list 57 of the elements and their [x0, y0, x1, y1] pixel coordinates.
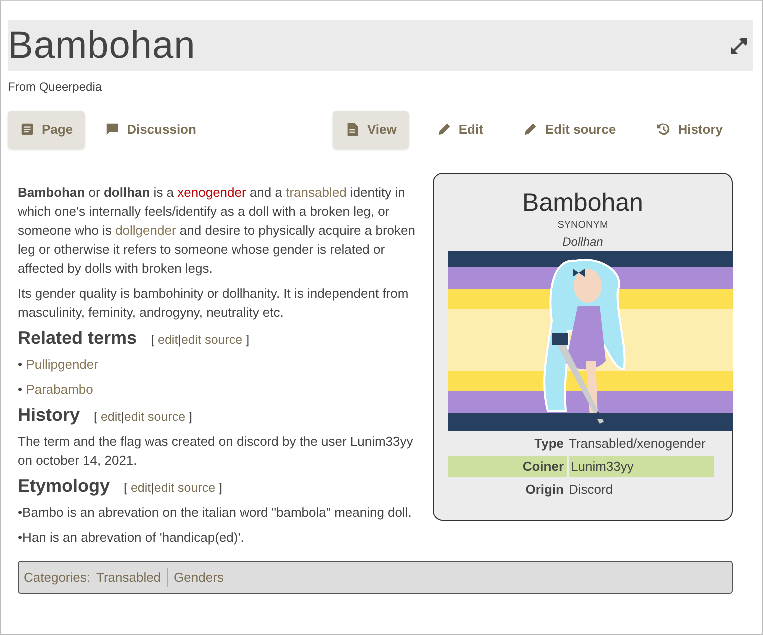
field-label: Type: [534, 434, 565, 453]
field-label: Origin: [524, 480, 565, 499]
pencil-icon: [523, 122, 538, 138]
tab-button[interactable]: View: [333, 111, 409, 148]
field-value: Discord: [568, 480, 614, 498]
pencil-icon: [436, 122, 452, 138]
separator: |: [121, 410, 124, 424]
bracket: [: [124, 480, 128, 494]
edit-link[interactable]: edit: [130, 480, 152, 494]
paragraph: Its gender quality is bambohinity or dollhanity. It is independent from masculinity, feminity, androgyny, neutrality etc.: [18, 284, 410, 322]
edit-source-link[interactable]: edit source: [181, 332, 243, 346]
tab-button[interactable]: Edit source: [511, 111, 628, 148]
bracket: [: [94, 410, 98, 424]
paragraph: The term and the flag was created on discord by the user Lunim33yy on october 14, 2021.: [18, 432, 414, 470]
category-link[interactable]: Transabled: [96, 568, 162, 587]
tab-button[interactable]: Page: [8, 111, 86, 148]
section-heading: Related terms: [18, 328, 138, 350]
field-label: Coiner: [448, 456, 567, 476]
history-icon: [656, 122, 672, 138]
bullet: •: [18, 382, 23, 396]
synonym-label: SYNONYM: [556, 218, 610, 232]
bracket: ]: [219, 480, 223, 494]
link[interactable]: Pullipgender: [26, 356, 98, 372]
section-heading: History: [18, 404, 80, 426]
page-title: Bambohan: [8, 26, 196, 64]
page-source: From Queerpedia: [8, 79, 104, 96]
section-heading: Etymology: [18, 476, 110, 498]
expand-icon[interactable]: [729, 36, 749, 56]
edit-source-link[interactable]: edit source: [154, 480, 216, 494]
paragraph: •Han is an abrevation of 'handicap(ed)'.: [18, 528, 246, 546]
bracket: ]: [189, 410, 193, 424]
document-icon: [345, 122, 360, 138]
infobox-title: Bambohan: [522, 188, 644, 218]
edit-link[interactable]: edit: [158, 332, 178, 346]
field-value: Lunim33yy: [569, 456, 714, 476]
speech-bubble-icon: [105, 122, 120, 138]
edit-source-link[interactable]: edit source: [124, 410, 186, 424]
paragraph: Bambohan or dollhan is a xenogender and a transabled identity in which one's internally feels/identify as a doll with a broken leg, or someone who is dollgender and desire to physically acquire a broken leg or otherwise it refers to someone whose gender is related or affected by dolls with broken legs.: [18, 184, 416, 278]
page-icon: [20, 122, 35, 138]
tab-button[interactable]: Discussion: [93, 111, 208, 148]
separator: |: [178, 332, 182, 346]
bullet: •: [18, 356, 23, 372]
tab-button[interactable]: Edit: [424, 111, 496, 148]
link[interactable]: xenogender: [178, 184, 246, 200]
paragraph: •Bambo is an abrevation on the italian word "bambola" meaning doll.: [18, 504, 413, 522]
category-link[interactable]: Genders: [174, 568, 224, 587]
synonym: Dollhan: [562, 234, 604, 250]
categories-label: Categories:: [24, 568, 90, 587]
link[interactable]: dollgender: [116, 222, 176, 238]
field-value: Transabled/xenogender: [568, 434, 707, 453]
separator: |: [151, 480, 154, 494]
bracket: ]: [246, 332, 250, 346]
tab-button[interactable]: History: [644, 111, 735, 148]
edit-link[interactable]: edit: [100, 410, 122, 424]
link[interactable]: transabled: [286, 184, 347, 200]
link[interactable]: Parabambo: [26, 382, 94, 396]
bracket: [: [151, 332, 155, 346]
